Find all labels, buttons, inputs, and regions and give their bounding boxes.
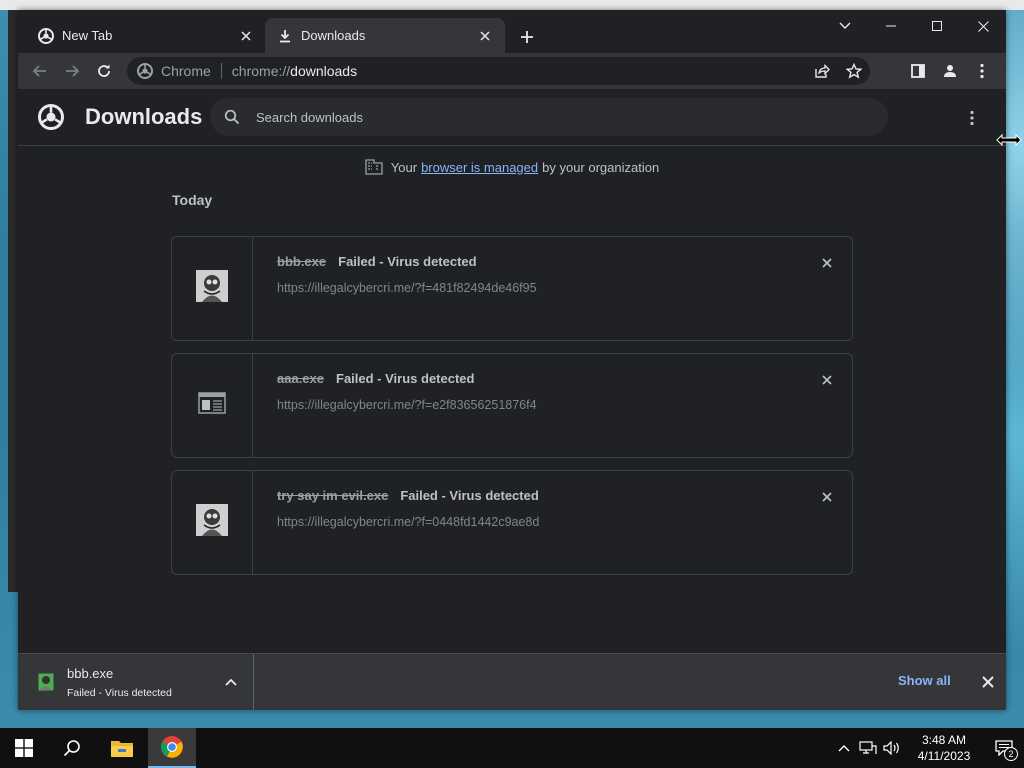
file-status: Failed - Virus detected — [338, 254, 477, 269]
more-actions-icon[interactable] — [962, 106, 982, 130]
clock[interactable]: 3:48 AM 4/11/2023 — [904, 732, 984, 764]
file-icon-cell — [172, 237, 253, 340]
managed-notice: Your browser is managed by your organiza… — [18, 158, 1006, 176]
remove-item-close-icon[interactable] — [817, 370, 837, 390]
url-scheme: chrome:// — [231, 63, 291, 79]
photo-thumbnail-icon — [195, 269, 229, 308]
shelf-download-item[interactable]: bbb.exe Failed - Virus detected — [18, 654, 254, 710]
download-item: aaa.exe Failed - Virus detected https://… — [171, 353, 853, 458]
tab-close-icon[interactable] — [236, 26, 256, 46]
resize-cursor-icon — [996, 133, 1022, 147]
taskbar: 3:48 AM 4/11/2023 2 — [0, 728, 1024, 768]
omnibox-actions — [806, 57, 870, 85]
file-line: aaa.exe Failed - Virus detected — [277, 371, 474, 386]
date-section-label: Today — [172, 192, 213, 208]
download-item: try say im evil.exe Failed - Virus detec… — [171, 470, 853, 575]
download-item: bbb.exe Failed - Virus detected https://… — [171, 236, 853, 341]
close-window-button[interactable] — [960, 10, 1006, 42]
file-status: Failed - Virus detected — [400, 488, 539, 503]
chevron-up-icon[interactable] — [223, 672, 239, 692]
clock-time: 3:48 AM — [921, 733, 967, 747]
back-button[interactable] — [24, 55, 56, 87]
url-host: downloads — [290, 63, 358, 79]
tab-label: New Tab — [62, 28, 113, 43]
reload-button[interactable] — [88, 55, 120, 87]
show-all-button[interactable]: Show all — [898, 673, 951, 688]
chrome-icon — [38, 27, 54, 44]
managed-prefix: Your — [390, 159, 418, 175]
remove-item-close-icon[interactable] — [817, 487, 837, 507]
toolbar-right — [902, 55, 998, 87]
file-icon-cell — [172, 354, 253, 457]
tab-label: Downloads — [301, 28, 366, 43]
chrome-icon — [137, 63, 153, 79]
window-controls — [822, 10, 1006, 42]
kebab-menu-icon[interactable] — [966, 55, 998, 87]
shelf-file-status: Failed - Virus detected — [67, 687, 172, 699]
photo-thumbnail-icon — [38, 673, 54, 691]
file-line: try say im evil.exe Failed - Virus detec… — [277, 488, 539, 503]
network-icon[interactable] — [856, 728, 880, 768]
system-tray: 3:48 AM 4/11/2023 2 — [832, 728, 1024, 768]
managed-suffix: by your organization — [542, 159, 660, 175]
file-icon-cell — [172, 471, 253, 574]
file-explorer-icon[interactable] — [98, 728, 146, 768]
tab-search-button[interactable] — [822, 10, 868, 42]
share-icon[interactable] — [806, 57, 838, 85]
omnibox-chip-label: Chrome — [161, 63, 211, 79]
generic-file-icon — [198, 392, 226, 419]
clock-date: 4/11/2023 — [917, 749, 971, 763]
tab-strip: New Tab Downloads — [18, 10, 1006, 53]
download-shelf: bbb.exe Failed - Virus detected Show all — [18, 653, 1006, 710]
taskbar-search-icon[interactable] — [48, 728, 96, 768]
search-icon — [222, 107, 242, 127]
downloads-header: Downloads — [18, 89, 1006, 146]
file-status: Failed - Virus detected — [336, 371, 475, 386]
tab-downloads[interactable]: Downloads — [265, 18, 505, 53]
forward-button[interactable] — [56, 55, 88, 87]
file-name: aaa.exe — [277, 371, 324, 386]
chrome-taskbar-icon[interactable] — [148, 728, 196, 768]
background-window-edge — [0, 0, 1024, 10]
minimize-button[interactable] — [868, 10, 914, 42]
action-center-icon[interactable]: 2 — [984, 728, 1024, 768]
managed-link[interactable]: browser is managed — [421, 160, 538, 175]
tab-new-tab[interactable]: New Tab — [26, 18, 266, 53]
omnibox-divider — [220, 63, 222, 79]
file-url: https://illegalcybercri.me/?f=0448fd1442… — [277, 515, 540, 529]
maximize-button[interactable] — [914, 10, 960, 42]
profile-icon[interactable] — [934, 55, 966, 87]
chrome-window: New Tab Downloads Chrome chrome:// downl… — [18, 10, 1006, 710]
photo-thumbnail-icon — [195, 503, 229, 542]
page-title: Downloads — [85, 104, 203, 129]
new-tab-button[interactable] — [516, 26, 538, 48]
file-line: bbb.exe Failed - Virus detected — [277, 254, 477, 269]
shelf-file-name: bbb.exe — [67, 666, 114, 681]
chrome-logo-icon — [38, 104, 64, 130]
chevron-up-icon[interactable] — [832, 728, 856, 768]
building-icon — [365, 158, 383, 176]
file-name: try say im evil.exe — [277, 488, 389, 503]
downloads-page: Downloads Your browser is managed by you… — [18, 89, 1006, 653]
close-shelf-icon[interactable] — [978, 672, 998, 692]
windows-start-icon[interactable] — [0, 728, 48, 768]
address-bar[interactable]: Chrome chrome://downloads — [127, 57, 870, 85]
volume-icon[interactable] — [880, 728, 904, 768]
remove-item-close-icon[interactable] — [817, 253, 837, 273]
search-bar[interactable] — [210, 98, 888, 136]
download-icon — [277, 28, 293, 44]
file-url: https://illegalcybercri.me/?f=e2f8365625… — [277, 398, 537, 412]
side-panel-icon[interactable] — [902, 55, 934, 87]
file-name: bbb.exe — [277, 254, 327, 269]
tab-close-icon[interactable] — [475, 26, 495, 46]
toolbar: Chrome chrome://downloads — [18, 53, 1006, 89]
search-input[interactable] — [256, 109, 856, 125]
notification-count-badge: 2 — [1004, 747, 1018, 761]
bookmark-star-icon[interactable] — [838, 57, 870, 85]
file-url: https://illegalcybercri.me/?f=481f82494d… — [277, 281, 537, 295]
